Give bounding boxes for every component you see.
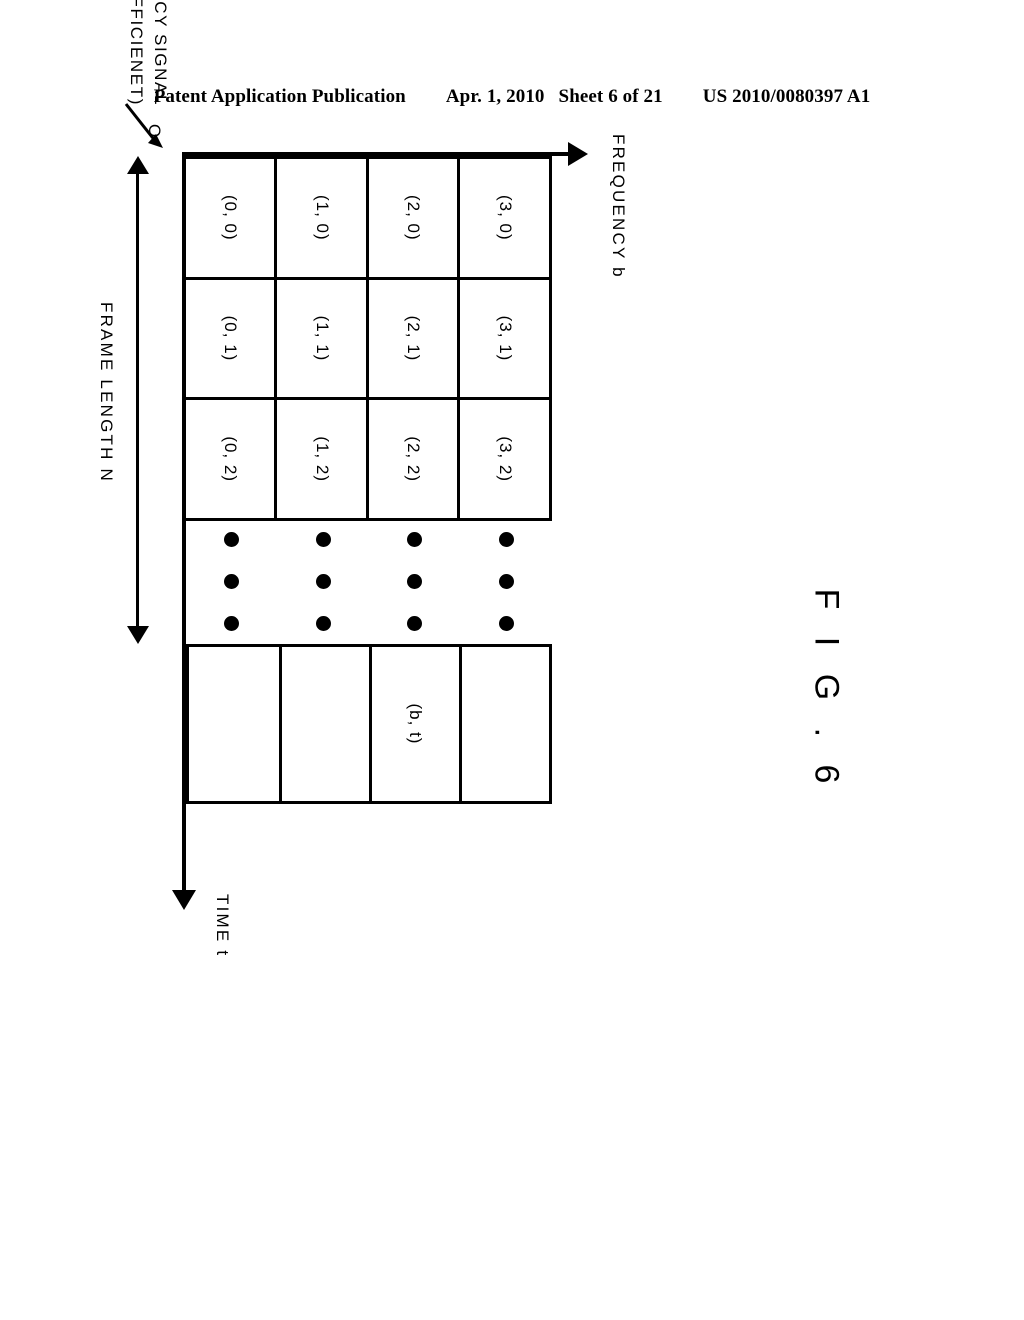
measure-arrow-right-icon xyxy=(127,626,149,644)
ellipsis-dot-cell xyxy=(186,560,278,602)
frame-length-label: FRAME LENGTH N xyxy=(97,302,116,483)
ellipsis-dot-icon xyxy=(224,573,240,589)
signal-callout-text: TIME-FREQUENCY SIGNAL (QMF COEFFICIENET) xyxy=(124,0,172,106)
ellipsis-dot-cell xyxy=(369,560,461,602)
ellipsis-dot-cell xyxy=(461,518,553,560)
ellipsis-dot-icon xyxy=(407,615,423,631)
time-axis-arrow-icon xyxy=(172,890,196,910)
ellipsis-dot-icon xyxy=(498,615,514,631)
ellipsis-dot-cell xyxy=(461,602,553,644)
header-date: Apr. 1, 2010 xyxy=(445,86,545,107)
ellipsis-dot-cell xyxy=(278,518,370,560)
grid-cell: (0, 0) xyxy=(183,159,275,280)
ellipsis-dot-icon xyxy=(315,573,331,589)
signal-callout: TIME-FREQUENCY SIGNAL (QMF COEFFICIENET) xyxy=(92,0,172,150)
ellipsis-dot-cell xyxy=(186,518,278,560)
ellipsis-dot-icon xyxy=(315,531,331,547)
qmf-coefficient-grid: (3, 0) (3, 1) (3, 2) (2, 0) (2, 1) (2, 2… xyxy=(183,156,552,521)
figure-drawing-canvas: TIME t FREQUENCY b (3, 0) (3, 1) (3, 2) … xyxy=(97,0,628,1212)
grid-cell: (0, 2) xyxy=(183,400,275,521)
frequency-axis-arrow-icon xyxy=(568,142,588,166)
grid-cell: (0, 1) xyxy=(183,279,275,401)
callout-leader-arrow-icon xyxy=(124,103,163,148)
ellipsis-dot-icon xyxy=(224,531,240,547)
grid-cell xyxy=(279,647,369,801)
measure-line xyxy=(136,166,139,634)
ellipsis-dot-cell xyxy=(278,602,370,644)
figure-label-text: F I G . 6 xyxy=(807,588,846,792)
ellipsis-dot-icon xyxy=(407,531,423,547)
signal-callout-line-1: TIME-FREQUENCY SIGNAL xyxy=(148,0,172,106)
grid-cell: (2, 2) xyxy=(366,400,458,521)
ellipsis-dot-cell xyxy=(369,518,461,560)
header-publication-title: Patent Application Publication xyxy=(153,86,406,107)
frequency-axis-label: FREQUENCY b xyxy=(609,134,628,279)
signal-callout-line-2: (QMF COEFFICIENET) xyxy=(127,0,146,106)
ellipsis-dot-cell xyxy=(369,602,461,644)
figure-label: F I G . 6 xyxy=(766,560,886,820)
ellipsis-dot-icon xyxy=(498,573,514,589)
ellipsis-dot-icon xyxy=(315,615,331,631)
header-patent-number: US 2010/0080397 A1 xyxy=(702,86,871,107)
time-axis-label: TIME t xyxy=(213,894,232,958)
figure-drawing: TIME t FREQUENCY b (3, 0) (3, 1) (3, 2) … xyxy=(97,0,628,1212)
grid-cell: (3, 2) xyxy=(457,400,549,521)
grid-cell: (1, 1) xyxy=(274,279,366,401)
grid-cell xyxy=(459,647,549,801)
frame-length-measure xyxy=(124,156,152,644)
ellipsis-dot-icon xyxy=(224,615,240,631)
grid-cell: (3, 0) xyxy=(457,159,549,280)
grid-cell: (3, 1) xyxy=(457,279,549,401)
ellipsis-dot-cell xyxy=(278,560,370,602)
generic-coefficient-column: (b, t) xyxy=(186,644,552,804)
grid-cell: (1, 2) xyxy=(274,400,366,521)
grid-cell xyxy=(189,647,279,801)
grid-cell-generic: (b, t) xyxy=(369,647,459,801)
grid-cell: (2, 1) xyxy=(366,279,458,401)
ellipsis-dot-band xyxy=(186,518,552,644)
ellipsis-dot-icon xyxy=(498,531,514,547)
header-sheet-number: Sheet 6 of 21 xyxy=(558,86,663,107)
ellipsis-dot-cell xyxy=(186,602,278,644)
grid-cell: (2, 0) xyxy=(366,159,458,280)
ellipsis-dot-cell xyxy=(461,560,553,602)
ellipsis-dot-icon xyxy=(407,573,423,589)
grid-cell: (1, 0) xyxy=(274,159,366,280)
